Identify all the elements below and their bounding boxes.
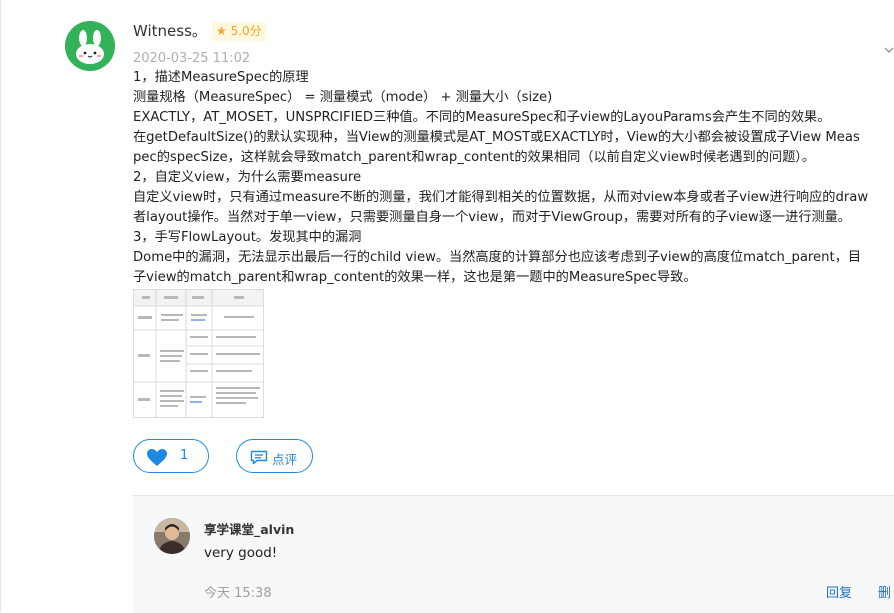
comment-content: 1，描述MeasureSpec的原理 测量规格（MeasureSpec） = 测… bbox=[133, 68, 894, 288]
content-line: pec的specSize，这样就会导致match_parent和wrap_con… bbox=[133, 150, 816, 165]
delete-link[interactable]: 删 bbox=[878, 582, 891, 601]
star-icon: ★ bbox=[216, 24, 227, 38]
reply-link[interactable]: 回复 bbox=[826, 582, 852, 601]
reply-text: very good! bbox=[204, 545, 278, 561]
content-line: 者layout操作。当然对于单一view，只需要测量自身一个view，而对于Vi… bbox=[133, 210, 851, 225]
rating-value: 5.0分 bbox=[230, 24, 262, 38]
chevron-down-icon[interactable] bbox=[884, 40, 894, 53]
comment-button-label: 点评 bbox=[272, 452, 298, 467]
reply-timestamp: 今天 15:38 bbox=[204, 586, 272, 601]
bunny-avatar-icon bbox=[65, 21, 115, 71]
content-line: 子view的match_parent和wrap_content的效果一样，这也是… bbox=[133, 270, 697, 285]
comment-review-button[interactable]: 点评 bbox=[236, 439, 313, 473]
user-avatar[interactable] bbox=[65, 21, 115, 71]
comment-icon bbox=[250, 450, 268, 465]
reply-author-name[interactable]: 享学课堂_alvin bbox=[204, 519, 294, 538]
reply-author-avatar[interactable] bbox=[154, 518, 190, 554]
comment-timestamp: 2020-03-25 11:02 bbox=[133, 51, 251, 66]
comment-username[interactable]: Witness。 bbox=[133, 20, 207, 41]
heart-icon bbox=[147, 449, 167, 466]
content-line: Dome中的漏洞，无法显示出最后一行的child view。当然高度的计算部分也… bbox=[133, 250, 862, 265]
content-line: 测量规格（MeasureSpec） = 测量模式（mode） + 测量大小（si… bbox=[133, 90, 553, 105]
content-line: EXACTLY，AT_MOSET，UNSPRCIFIED三种值。不同的Measu… bbox=[133, 110, 831, 125]
like-button[interactable]: 1 bbox=[133, 439, 209, 473]
rating-badge: ★ 5.0分 bbox=[212, 22, 266, 41]
like-count: 1 bbox=[180, 448, 189, 463]
content-line: 3，手写FlowLayout。发现其中的漏洞 bbox=[133, 230, 362, 245]
content-line: 在getDefaultSize()的默认实现种，当View的测量模式是AT_MO… bbox=[133, 130, 860, 145]
table-screenshot-image bbox=[134, 290, 263, 417]
content-line: 2，自定义view，为什么需要measure bbox=[133, 170, 362, 185]
person-avatar-icon bbox=[154, 518, 190, 554]
left-divider bbox=[0, 0, 1, 612]
attached-image-thumbnail[interactable] bbox=[133, 289, 264, 418]
content-line: 1，描述MeasureSpec的原理 bbox=[133, 70, 309, 85]
reply-section: 享学课堂_alvin very good! 今天 15:38 回复 删 bbox=[133, 495, 894, 613]
content-line: 自定义view时，只有通过measure不断的测量，我们才能得到相关的位置数据，… bbox=[133, 190, 869, 205]
